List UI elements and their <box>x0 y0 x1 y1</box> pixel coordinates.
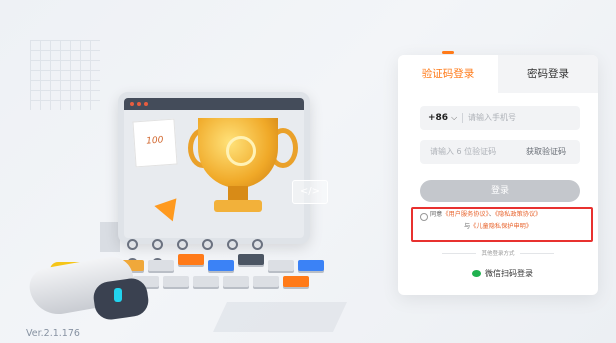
code-tag-icon: </> <box>292 180 328 204</box>
children-privacy-link[interactable]: 《儿童隐私保护申明》 <box>470 223 532 230</box>
agreement-prefix: 同意 <box>430 211 443 218</box>
privacy-link[interactable]: 《隐私政策协议》 <box>495 211 541 218</box>
get-code-button[interactable]: 获取验证码 <box>526 140 566 164</box>
agreement-text: 同意《用户服务协议》、《隐私政策协议》 <box>430 210 541 220</box>
wechat-icon <box>472 270 481 277</box>
tab-password-login[interactable]: 密码登录 <box>498 55 598 93</box>
phone-input[interactable]: 请输入手机号 <box>468 106 516 130</box>
country-code-selector[interactable]: +86 ⌵ <box>428 106 457 130</box>
code-input[interactable]: 请输入 6 位验证码 <box>430 140 496 164</box>
hero-illustration: 100 </> <box>0 0 380 343</box>
key <box>163 276 189 287</box>
key <box>283 276 309 287</box>
key <box>268 260 294 271</box>
tab-indicator <box>442 51 454 54</box>
login-card: 验证码登录 密码登录 +86 ⌵ 请输入手机号 请输入 6 位验证码 获取验证码 … <box>398 51 598 295</box>
phone-field[interactable]: +86 ⌵ 请输入手机号 <box>420 106 580 130</box>
monitor-stand <box>100 222 120 252</box>
terms-link[interactable]: 《用户服务协议》 <box>442 211 488 218</box>
chevron-down-icon: ⌵ <box>451 113 458 122</box>
key <box>178 254 204 265</box>
control-knobs <box>120 235 290 269</box>
key <box>148 260 174 271</box>
wechat-label: 微信扫码登录 <box>485 269 533 278</box>
tab-sms-login[interactable]: 验证码登录 <box>398 55 498 93</box>
grid-decoration <box>30 40 100 110</box>
other-methods-label: 其他登录方式 <box>481 251 515 257</box>
version-label: Ver.2.1.176 <box>26 328 80 339</box>
login-tabs: 验证码登录 密码登录 <box>398 51 598 93</box>
code-field[interactable]: 请输入 6 位验证码 获取验证码 <box>420 140 580 164</box>
robot-hand-light <box>114 288 122 302</box>
login-button[interactable]: 登录 <box>420 180 580 202</box>
floor-sheet <box>213 302 347 332</box>
note-paper: 100 <box>132 118 178 168</box>
agreement-text-2: 与《儿童隐私保护申明》 <box>398 222 598 232</box>
key <box>253 276 279 287</box>
key <box>238 254 264 265</box>
trophy-base <box>214 200 262 212</box>
key <box>193 276 219 287</box>
trophy-emblem <box>226 136 256 166</box>
key <box>208 260 234 271</box>
divider <box>462 113 463 123</box>
divider-right <box>520 253 554 254</box>
agreement-checkbox[interactable] <box>420 213 428 221</box>
wechat-login-button[interactable]: 微信扫码登录 <box>472 268 533 279</box>
monitor-title-bar <box>124 98 304 110</box>
key <box>298 260 324 271</box>
key <box>223 276 249 287</box>
